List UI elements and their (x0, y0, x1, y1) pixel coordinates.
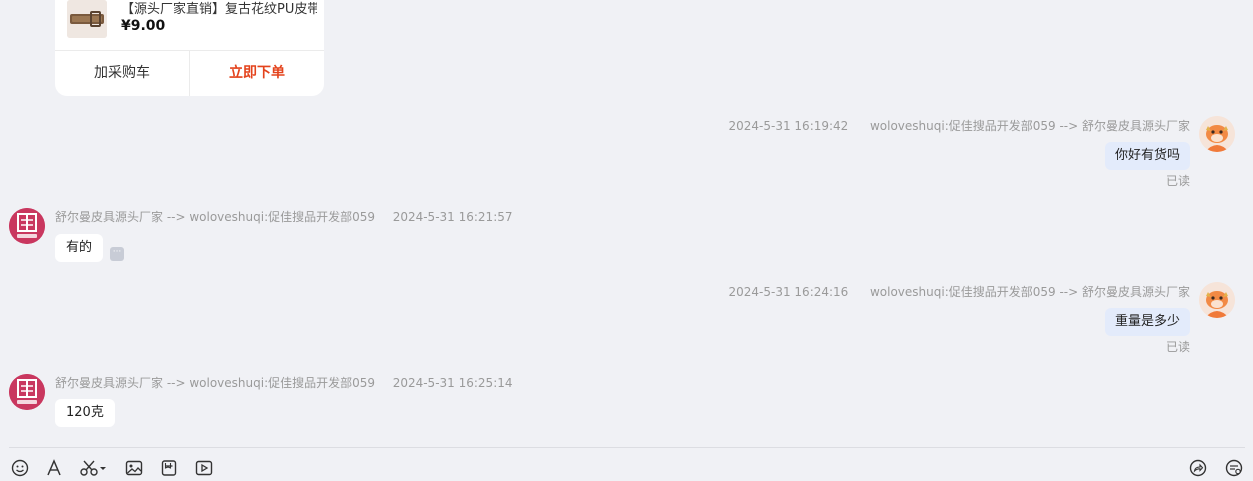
product-thumbnail[interactable] (67, 0, 107, 38)
message-meta: 2024-5-31 16:24:16 woloveshuqi:促佳搜品开发部05… (729, 283, 1191, 300)
buy-now-button[interactable]: 立即下单 (190, 51, 324, 96)
message-route: 舒尔曼皮具源头厂家 --> woloveshuqi:促佳搜品开发部059 (55, 210, 376, 224)
message-timestamp: 2024-5-31 16:21:57 (392, 210, 513, 224)
product-price: ¥9.00 (121, 18, 166, 34)
product-title[interactable]: 【源头厂家直销】复古花纹PU皮带 (121, 0, 317, 17)
file-icon[interactable] (160, 459, 178, 477)
video-icon[interactable] (195, 459, 213, 477)
avatar[interactable] (9, 374, 45, 410)
message-meta: 舒尔曼皮具源头厂家 --> woloveshuqi:促佳搜品开发部059 202… (55, 208, 513, 225)
read-status: 已读 (1165, 340, 1190, 354)
read-status: 已读 (1165, 174, 1190, 188)
message-timestamp: 2024-5-31 16:24:16 (728, 285, 849, 299)
message-meta: 2024-5-31 16:19:42 woloveshuqi:促佳搜品开发部05… (729, 117, 1191, 134)
more-options-icon[interactable]: ··· (110, 247, 124, 261)
share-icon[interactable] (1189, 459, 1207, 477)
message-route: 舒尔曼皮具源头厂家 --> woloveshuqi:促佳搜品开发部059 (55, 376, 376, 390)
image-icon[interactable] (125, 459, 143, 477)
product-card[interactable]: 【源头厂家直销】复古花纹PU皮带 ¥9.00 加采购车 立即下单 (55, 0, 324, 96)
quick-reply-icon[interactable] (1225, 459, 1243, 477)
avatar[interactable] (1199, 282, 1235, 318)
message-bubble[interactable]: 你好有货吗 (1104, 142, 1190, 170)
message-timestamp: 2024-5-31 16:19:42 (728, 119, 849, 133)
input-divider (9, 447, 1245, 448)
message-meta: 舒尔曼皮具源头厂家 --> woloveshuqi:促佳搜品开发部059 202… (55, 374, 513, 391)
avatar[interactable] (9, 208, 45, 244)
message-timestamp: 2024-5-31 16:25:14 (392, 376, 513, 390)
message-bubble[interactable]: 有的 (55, 234, 104, 262)
message-bubble[interactable]: 120克 (55, 399, 115, 427)
avatar[interactable] (1199, 116, 1235, 152)
message-route: woloveshuqi:促佳搜品开发部059 --> 舒尔曼皮具源头厂家 (869, 285, 1190, 299)
scissors-icon[interactable] (80, 459, 108, 477)
add-to-cart-button[interactable]: 加采购车 (55, 51, 189, 96)
message-route: woloveshuqi:促佳搜品开发部059 --> 舒尔曼皮具源头厂家 (869, 119, 1190, 133)
font-icon[interactable] (45, 459, 63, 477)
message-bubble[interactable]: 重量是多少 (1104, 308, 1190, 336)
emoji-icon[interactable] (11, 459, 29, 477)
